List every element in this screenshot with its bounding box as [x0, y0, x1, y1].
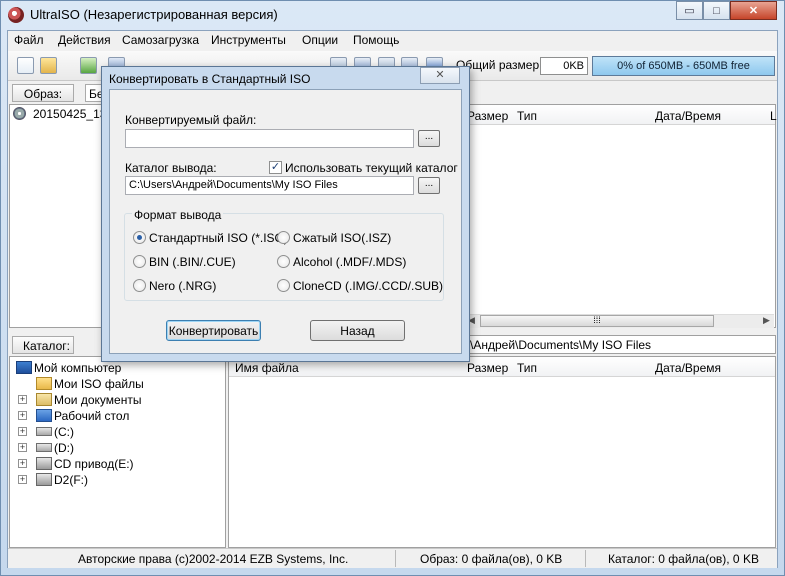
desktop-icon: [36, 409, 52, 422]
local-file-list[interactable]: Имя файла Размер Тип Дата/Время: [228, 356, 776, 548]
expand-icon[interactable]: +: [18, 475, 27, 484]
column-size[interactable]: Размер: [467, 361, 508, 375]
tree-label: Мои документы: [54, 393, 142, 407]
column-type[interactable]: Тип: [517, 361, 537, 375]
format-bin-label[interactable]: BIN (.BIN/.CUE): [149, 255, 236, 269]
tree-label: Мои ISO файлы: [54, 377, 144, 391]
drive-icon: [36, 427, 52, 436]
extract-icon[interactable]: [80, 57, 97, 74]
menu-options[interactable]: Опции: [302, 33, 338, 47]
tree-label: D2(F:): [54, 473, 88, 487]
output-dir-label: Каталог вывода:: [125, 161, 217, 175]
format-img-label[interactable]: CloneCD (.IMG/.CCD/.SUB): [293, 279, 443, 293]
column-type[interactable]: Тип: [517, 109, 537, 123]
menu-actions[interactable]: Действия: [58, 33, 111, 47]
convert-button[interactable]: Конвертировать: [166, 320, 261, 341]
folder-icon: [36, 377, 52, 390]
format-iso-radio[interactable]: [133, 231, 146, 244]
column-extra[interactable]: L: [770, 109, 777, 123]
tree-label: CD привод(E:): [54, 457, 134, 471]
status-image: Образ: 0 файла(ов), 0 KB: [420, 552, 563, 566]
column-date[interactable]: Дата/Время: [655, 109, 721, 123]
window-title: UltraISO (Незарегистрированная версия): [30, 7, 278, 22]
use-current-dir-label[interactable]: Использовать текущий каталог: [285, 161, 458, 175]
format-iso-label[interactable]: Стандартный ISO (*.ISO): [149, 231, 288, 245]
expand-icon[interactable]: +: [18, 411, 27, 420]
menu-bar: Файл Действия Самозагрузка Инструменты О…: [8, 31, 777, 50]
image-label: Образ:: [12, 84, 74, 102]
new-file-icon[interactable]: [17, 57, 34, 74]
column-filename[interactable]: Имя файла: [235, 361, 299, 375]
ultraiso-app-icon: [8, 7, 24, 23]
format-isz-label[interactable]: Сжатый ISO(.ISZ): [293, 231, 391, 245]
format-img-radio[interactable]: [277, 279, 290, 292]
format-nrg-radio[interactable]: [133, 279, 146, 292]
tree-label: Рабочий стол: [54, 409, 130, 423]
format-mdf-label[interactable]: Alcohol (.MDF/.MDS): [293, 255, 406, 269]
folder-tree-panel[interactable]: Мой компьютер Мои ISO файлы + Мои докуме…: [9, 356, 226, 548]
source-file-label: Конвертируемый файл:: [125, 113, 257, 127]
maximize-button[interactable]: □: [703, 1, 730, 20]
source-browse-button[interactable]: ...: [418, 130, 440, 147]
cd-image-icon: [13, 107, 26, 120]
menu-bootable[interactable]: Самозагрузка: [122, 33, 199, 47]
format-nrg-label[interactable]: Nero (.NRG): [149, 279, 216, 293]
close-button[interactable]: ✕: [730, 1, 777, 20]
output-format-legend: Формат вывода: [132, 208, 224, 222]
iso-root-item[interactable]: 20150425_13: [33, 107, 106, 121]
expand-icon[interactable]: +: [18, 395, 27, 404]
use-current-dir-checkbox[interactable]: ✓: [269, 161, 282, 174]
expand-icon[interactable]: +: [18, 459, 27, 468]
status-divider: [395, 550, 396, 567]
format-mdf-radio[interactable]: [277, 255, 290, 268]
source-file-input[interactable]: [125, 129, 414, 148]
computer-icon: [16, 361, 32, 374]
menu-help[interactable]: Помощь: [353, 33, 399, 47]
documents-icon: [36, 393, 52, 406]
tree-label: (D:): [54, 441, 74, 455]
output-dir-input[interactable]: C:\Users\Андрей\Documents\My ISO Files: [125, 176, 414, 195]
back-button[interactable]: Назад: [310, 320, 405, 341]
cd-drive-icon: [36, 473, 52, 486]
tree-label: (C:): [54, 425, 74, 439]
capacity-bar[interactable]: 0% of 650MB - 650MB free: [592, 56, 775, 76]
catalog-label: Каталог:: [12, 336, 74, 354]
status-copyright: Авторские права (c)2002-2014 EZB Systems…: [78, 552, 349, 566]
catalog-path: \Андрей\Documents\My ISO Files: [470, 338, 652, 352]
drive-icon: [36, 443, 52, 452]
scrollbar-thumb[interactable]: ⁞⁞⁞: [480, 315, 714, 327]
status-divider: [585, 550, 586, 567]
scroll-right-arrow-icon[interactable]: ▶: [763, 315, 773, 327]
dialog-title: Конвертировать в Стандартный ISO: [109, 72, 311, 86]
menu-file[interactable]: Файл: [14, 33, 44, 47]
column-date[interactable]: Дата/Время: [655, 361, 721, 375]
dialog-close-button[interactable]: ✕: [420, 67, 460, 84]
expand-icon[interactable]: +: [18, 443, 27, 452]
menu-tools[interactable]: Инструменты: [211, 33, 286, 47]
status-catalog: Каталог: 0 файла(ов), 0 KB: [608, 552, 759, 566]
cd-drive-icon: [36, 457, 52, 470]
tree-label: Мой компьютер: [34, 361, 122, 375]
expand-icon[interactable]: +: [18, 427, 27, 436]
total-size-value: 0KB: [540, 57, 588, 75]
minimize-button[interactable]: ▭: [676, 1, 703, 20]
format-isz-radio[interactable]: [277, 231, 290, 244]
column-size[interactable]: Размер: [467, 109, 508, 123]
output-browse-button[interactable]: ...: [418, 177, 440, 194]
format-bin-radio[interactable]: [133, 255, 146, 268]
open-folder-icon[interactable]: [40, 57, 57, 74]
